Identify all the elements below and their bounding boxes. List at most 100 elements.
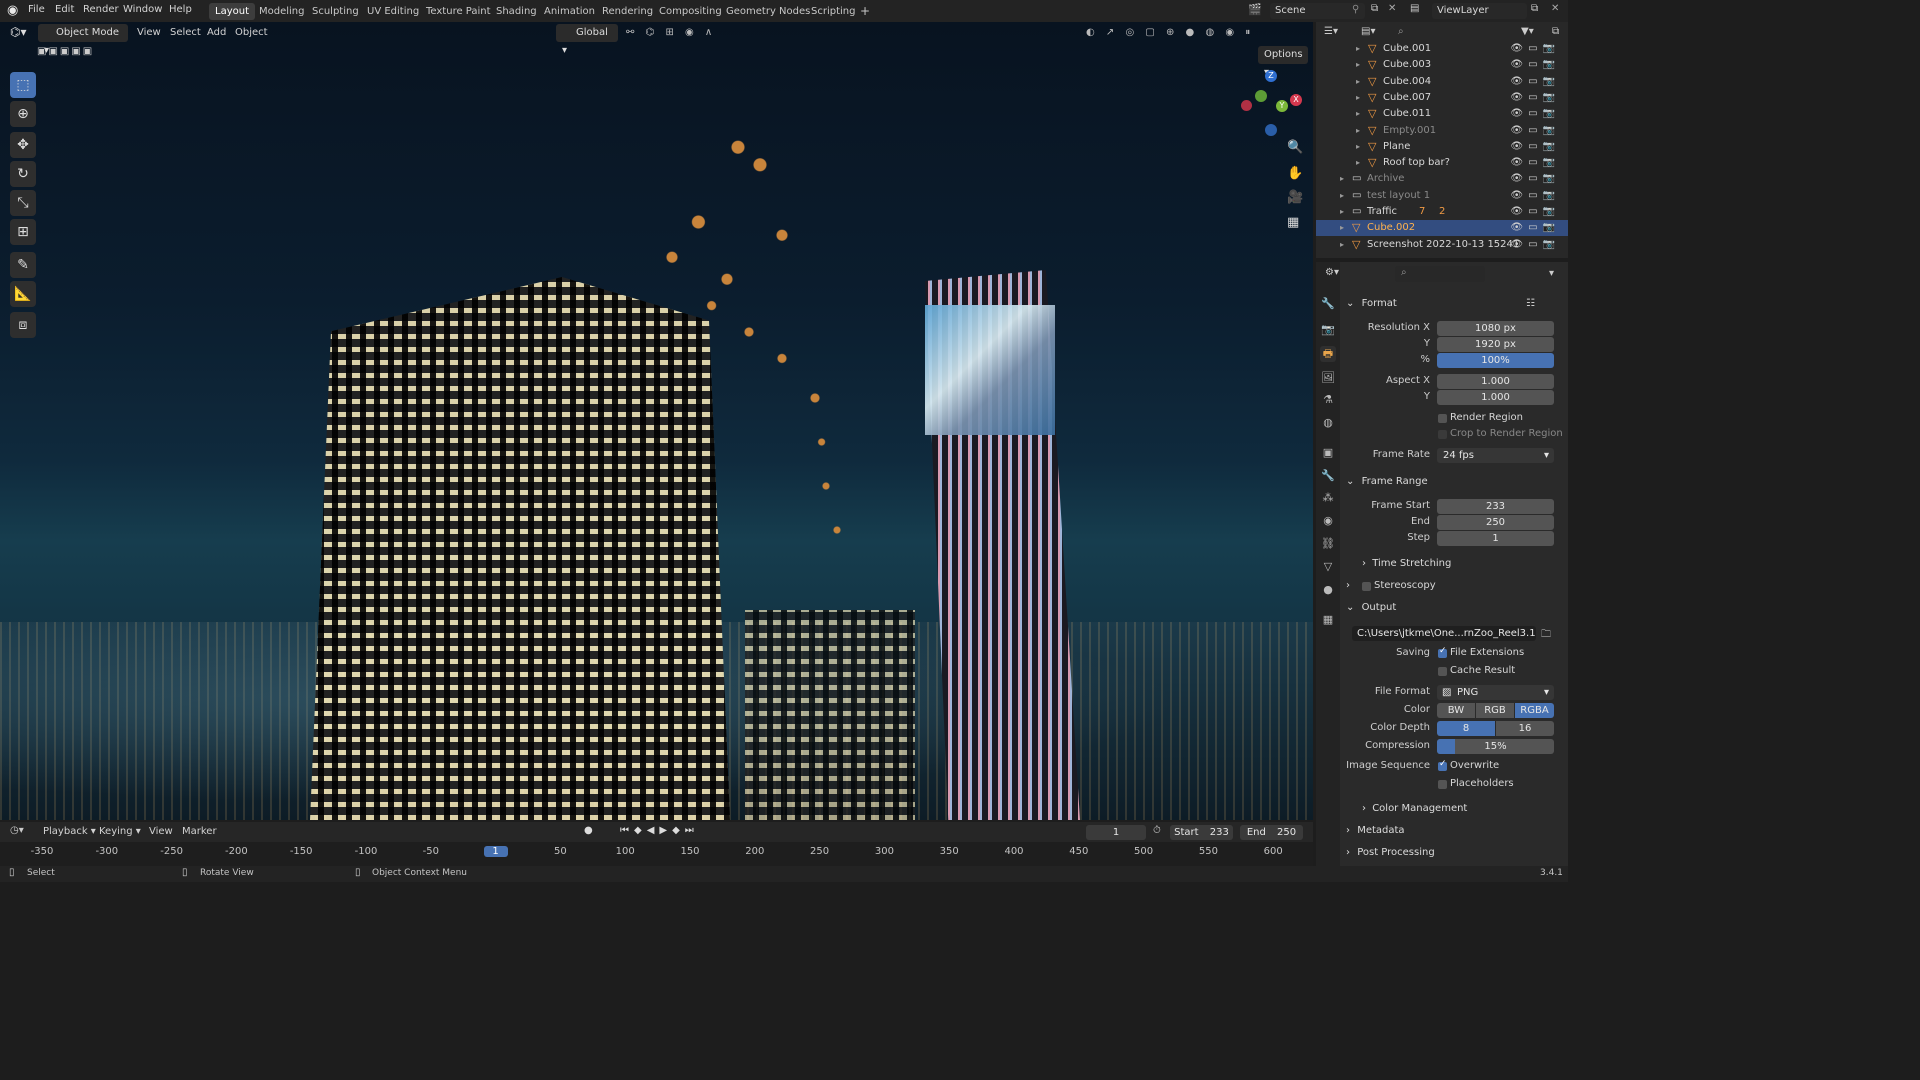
editor-type-icon[interactable]: ⌬▾ [10,25,27,39]
render-region-checkbox[interactable] [1438,414,1447,423]
gizmo-neg-x-icon[interactable] [1241,100,1252,111]
tab-sculpting[interactable]: Sculpting [306,3,365,20]
menu-file[interactable]: File [28,4,45,15]
blender-logo-icon[interactable]: ◉ [7,3,18,18]
aspect-x-field[interactable]: 1.000 [1437,374,1554,389]
visibility-toggle-icons[interactable]: 👁▭📷 [1510,188,1560,204]
tab-geometry-nodes[interactable]: Geometry Nodes [720,3,816,20]
stopwatch-icon[interactable]: ⏱ [1153,825,1161,836]
menu-playback[interactable]: Playback ▾ [43,826,96,837]
display-mode-icon[interactable]: ▤▾ [1361,26,1375,37]
tab-texture-paint[interactable]: Texture Paint [420,3,497,20]
stereoscopy-checkbox[interactable] [1362,582,1371,591]
camera-icon[interactable]: 🎥 [1287,190,1303,205]
menu-view[interactable]: View [137,27,161,38]
outliner-row[interactable]: ▸ ▽ Cube.007 👁▭📷 [1316,90,1568,106]
playhead-marker[interactable]: 1 [483,846,508,857]
menu-edit[interactable]: Edit [55,4,74,15]
tab-layout[interactable]: Layout [209,3,255,20]
file-format-dropdown[interactable]: ▨ PNG ▾ [1437,685,1554,700]
3d-viewport[interactable]: ⌬▾ Object Mode ▾ View Select Add Object … [0,22,1313,820]
visibility-toggle-icons[interactable]: 👁▭📷 [1510,57,1560,73]
menu-add[interactable]: Add [207,27,226,38]
visibility-toggle-icons[interactable]: 👁▭📷 [1510,220,1560,236]
time-stretching-subpanel[interactable]: › Time Stretching [1362,558,1451,569]
expand-icon[interactable]: ▸ [1340,237,1344,253]
select-mode-icons[interactable]: ▣▣▣▣▣ [37,46,94,57]
outliner-row[interactable]: ▸ ▭ test layout 1 👁▭📷 [1316,188,1568,204]
scene-icon[interactable]: 🎬 [1248,3,1262,16]
outliner-row[interactable]: ▸ ▽ Empty.001 👁▭📷 [1316,123,1568,139]
post-processing-panel-header[interactable]: › Post Processing [1346,847,1435,858]
outliner-row[interactable]: ▸ ▽ Plane 👁▭📷 [1316,139,1568,155]
data-tab-icon[interactable]: ▽ [1320,559,1336,575]
record-icon[interactable]: ● [584,825,593,836]
measure-tool[interactable]: 📐 [10,281,36,307]
aspect-y-field[interactable]: 1.000 [1437,390,1554,405]
material-tab-icon[interactable]: ● [1320,582,1336,598]
delete-scene-icon[interactable]: ✕ [1388,3,1396,14]
output-tab-icon[interactable]: 🖶 [1320,346,1336,362]
outliner-row[interactable]: ▸ ▽ Roof top bar? 👁▭📷 [1316,155,1568,171]
expand-icon[interactable]: ▸ [1356,74,1360,90]
annotate-tool[interactable]: ✎ [10,252,36,278]
outliner-editor-icon[interactable]: ☰▾ [1324,26,1338,37]
move-tool[interactable]: ✥ [10,132,36,158]
end-frame-field[interactable]: End 250 [1240,825,1303,840]
visibility-toggle-icons[interactable]: 👁▭📷 [1510,204,1560,220]
color-management-subpanel[interactable]: › Color Management [1362,803,1467,814]
frame-start-field[interactable]: 233 [1437,499,1554,514]
expand-icon[interactable]: ▸ [1356,123,1360,139]
visibility-toggle-icons[interactable]: 👁▭📷 [1510,171,1560,187]
menu-render[interactable]: Render [83,4,119,15]
viewlayer-selector[interactable]: ViewLayer [1432,3,1527,19]
tab-uv-editing[interactable]: UV Editing [361,3,425,20]
filter-icon[interactable]: ▼▾ [1521,26,1534,37]
constraints-tab-icon[interactable]: ⛓ [1320,536,1336,552]
delete-viewlayer-icon[interactable]: ✕ [1551,3,1559,14]
visibility-toggle-icons[interactable]: 👁▭📷 [1510,106,1560,122]
outliner-row[interactable]: ▸ ▽ Cube.004 👁▭📷 [1316,74,1568,90]
frame-range-panel-header[interactable]: ⌄ Frame Range [1346,476,1428,487]
select-box-tool[interactable]: ⬚ [10,72,36,98]
visibility-toggle-icons[interactable]: 👁▭📷 [1510,155,1560,171]
particles-tab-icon[interactable]: ⁂ [1320,490,1336,506]
add-cube-tool[interactable]: ⧈ [10,312,36,338]
stereoscopy-panel-header[interactable]: › [1346,580,1350,591]
expand-icon[interactable]: ▸ [1356,106,1360,122]
new-collection-icon[interactable]: ⧉ [1552,26,1559,37]
viewlayer-icon[interactable]: ▤ [1410,3,1419,14]
tab-compositing[interactable]: Compositing [653,3,728,20]
gizmo-y-icon[interactable]: Y [1276,100,1288,112]
output-path-field[interactable]: C:\Users\jtkme\One...rnZoo_Reel3.1.blend [1352,626,1536,641]
menu-object[interactable]: Object [235,27,268,38]
output-panel-header[interactable]: ⌄ Output [1346,602,1396,613]
overwrite-checkbox[interactable] [1438,759,1447,771]
timeline-ruler[interactable]: -350 -300 -250 -200 -150 -100 -50 1 50 100 150 200 2… [0,842,1313,866]
folder-icon[interactable]: 🗀 [1541,627,1551,644]
metadata-panel-header[interactable]: › Metadata [1346,825,1405,836]
tab-scripting[interactable]: Scripting [805,3,861,20]
visibility-toggle-icons[interactable]: 👁▭📷 [1510,139,1560,155]
tab-modeling[interactable]: Modeling [253,3,311,20]
transform-tool[interactable]: ⊞ [10,219,36,245]
expand-icon[interactable]: ▸ [1356,155,1360,171]
view-layer-tab-icon[interactable]: 🖼 [1320,370,1336,386]
expand-icon[interactable]: ▸ [1340,204,1344,220]
tab-rendering[interactable]: Rendering [596,3,659,20]
world-tab-icon[interactable]: ◍ [1320,415,1336,431]
expand-icon[interactable]: ▸ [1356,57,1360,73]
resolution-x-field[interactable]: 1080 px [1437,321,1554,336]
outliner-row[interactable]: ▸ ▽ Cube.002 👁▭📷 [1316,220,1568,237]
visibility-toggle-icons[interactable]: 👁▭📷 [1510,90,1560,106]
depth-8-button[interactable]: 8 [1437,721,1495,736]
snap-icons[interactable]: ⚯ ⌬ ⊞ ◉ ∧ [626,27,716,38]
outliner-row[interactable]: ▸ ▽ Cube.011 👁▭📷 [1316,106,1568,122]
placeholders-checkbox[interactable] [1438,780,1447,789]
current-frame-field[interactable]: 1 [1086,825,1146,840]
new-scene-icon[interactable]: ⧉ [1371,3,1378,14]
props-options-icon[interactable]: ▾ [1549,268,1554,279]
pin-icon[interactable]: ⚲ [1352,4,1359,15]
crop-region-checkbox[interactable] [1438,430,1447,439]
frame-rate-dropdown[interactable]: 24 fps ▾ [1437,448,1554,463]
